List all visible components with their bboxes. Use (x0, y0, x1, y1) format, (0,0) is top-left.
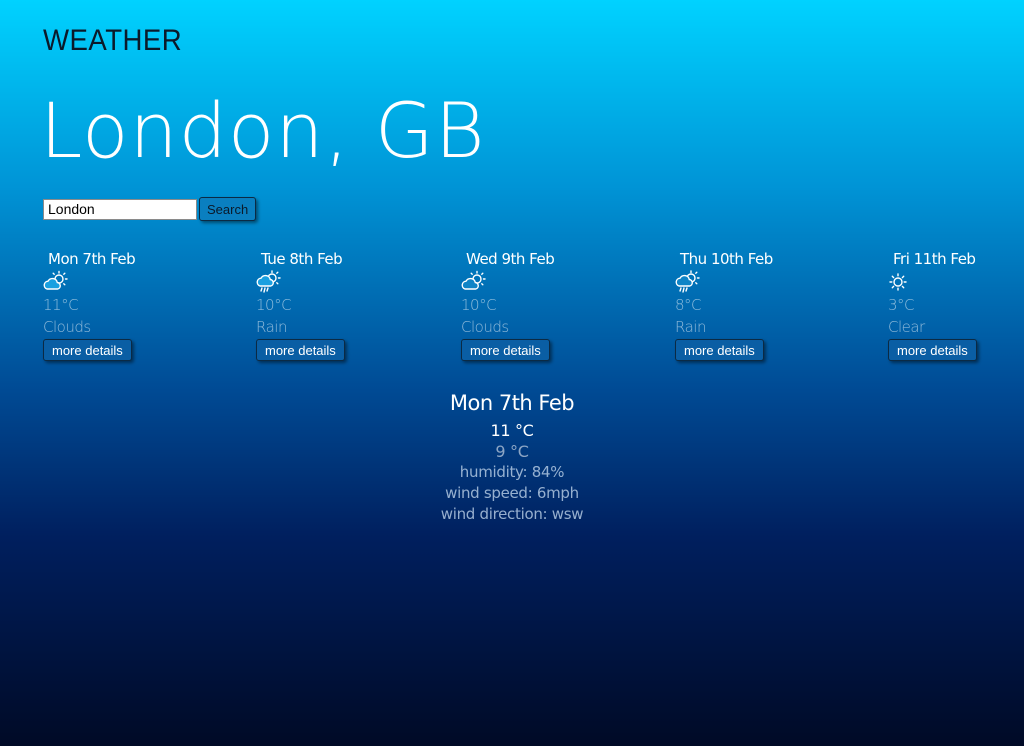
more-details-button[interactable]: more details (675, 339, 764, 361)
app-title: WEATHER (43, 24, 183, 57)
detail-humidity: humidity: 84% (459, 463, 565, 481)
forecast-temp: 10°C (461, 296, 497, 314)
search-bar: Search (43, 197, 257, 221)
forecast-day-label: Wed 9th Feb (466, 250, 555, 268)
more-details-button[interactable]: more details (256, 339, 345, 361)
cloud-sun-icon (43, 270, 68, 290)
cloud-sun-icon (461, 270, 486, 290)
detail-wind-direction: wind direction: wsw (440, 505, 584, 523)
forecast-desc: Clouds (43, 318, 91, 336)
location-heading: London, GB (40, 86, 486, 175)
more-details-button[interactable]: more details (461, 339, 550, 361)
forecast-desc: Clear (888, 318, 925, 336)
rain-sun-icon (675, 270, 700, 293)
search-button[interactable]: Search (199, 197, 257, 221)
search-input[interactable] (43, 198, 197, 220)
forecast-day-label: Tue 8th Feb (261, 250, 343, 268)
forecast-desc: Rain (256, 318, 287, 336)
forecast-temp: 10°C (256, 296, 292, 314)
forecast-day: Wed 9th Feb 10°C Clouds more details (461, 248, 611, 361)
forecast-temp: 11°C (43, 296, 79, 314)
forecast-temp: 8°C (675, 296, 702, 314)
forecast-day: Thu 10th Feb 8°C Rain more details (675, 248, 825, 361)
rain-sun-icon (256, 270, 281, 293)
forecast-temp: 3°C (888, 296, 915, 314)
forecast-day-label: Fri 11th Feb (893, 250, 976, 268)
detail-low-temp: 9 °C (495, 442, 529, 461)
detail-high-temp: 11 °C (490, 421, 534, 440)
more-details-button[interactable]: more details (43, 339, 132, 361)
forecast-day: Mon 7th Feb 11°C Clouds more details (43, 248, 193, 361)
forecast-day-label: Thu 10th Feb (680, 250, 773, 268)
more-details-button[interactable]: more details (888, 339, 977, 361)
detail-panel: Mon 7th Feb 11 °C 9 °C humidity: 84% win… (0, 388, 1024, 525)
detail-day: Mon 7th Feb (449, 391, 575, 415)
sun-icon (889, 273, 907, 291)
forecast-day-label: Mon 7th Feb (48, 250, 136, 268)
forecast-day: Fri 11th Feb 3°C Clear more details (888, 248, 1024, 361)
forecast-desc: Clouds (461, 318, 509, 336)
forecast-day: Tue 8th Feb 10°C Rain more details (256, 248, 406, 361)
forecast-desc: Rain (675, 318, 706, 336)
detail-wind-speed: wind speed: 6mph (445, 484, 579, 502)
